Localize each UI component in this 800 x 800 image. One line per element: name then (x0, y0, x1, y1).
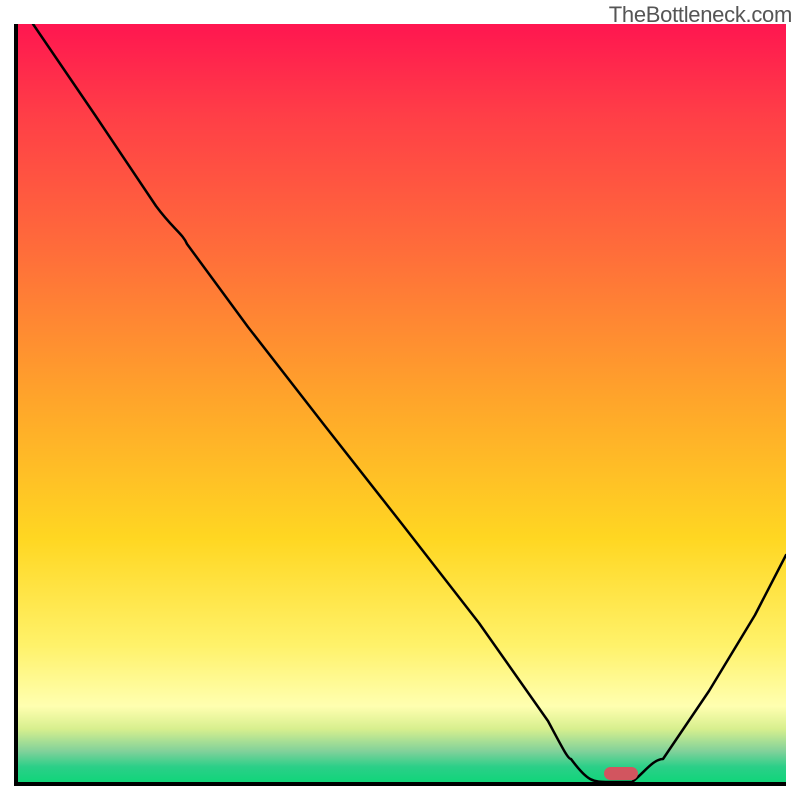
chart-root: TheBottleneck.com (0, 0, 800, 800)
bottleneck-curve (18, 24, 786, 782)
watermark-text: TheBottleneck.com (609, 2, 792, 28)
curve-path (33, 24, 786, 782)
plot-area (14, 24, 786, 786)
minimum-marker (604, 767, 638, 780)
